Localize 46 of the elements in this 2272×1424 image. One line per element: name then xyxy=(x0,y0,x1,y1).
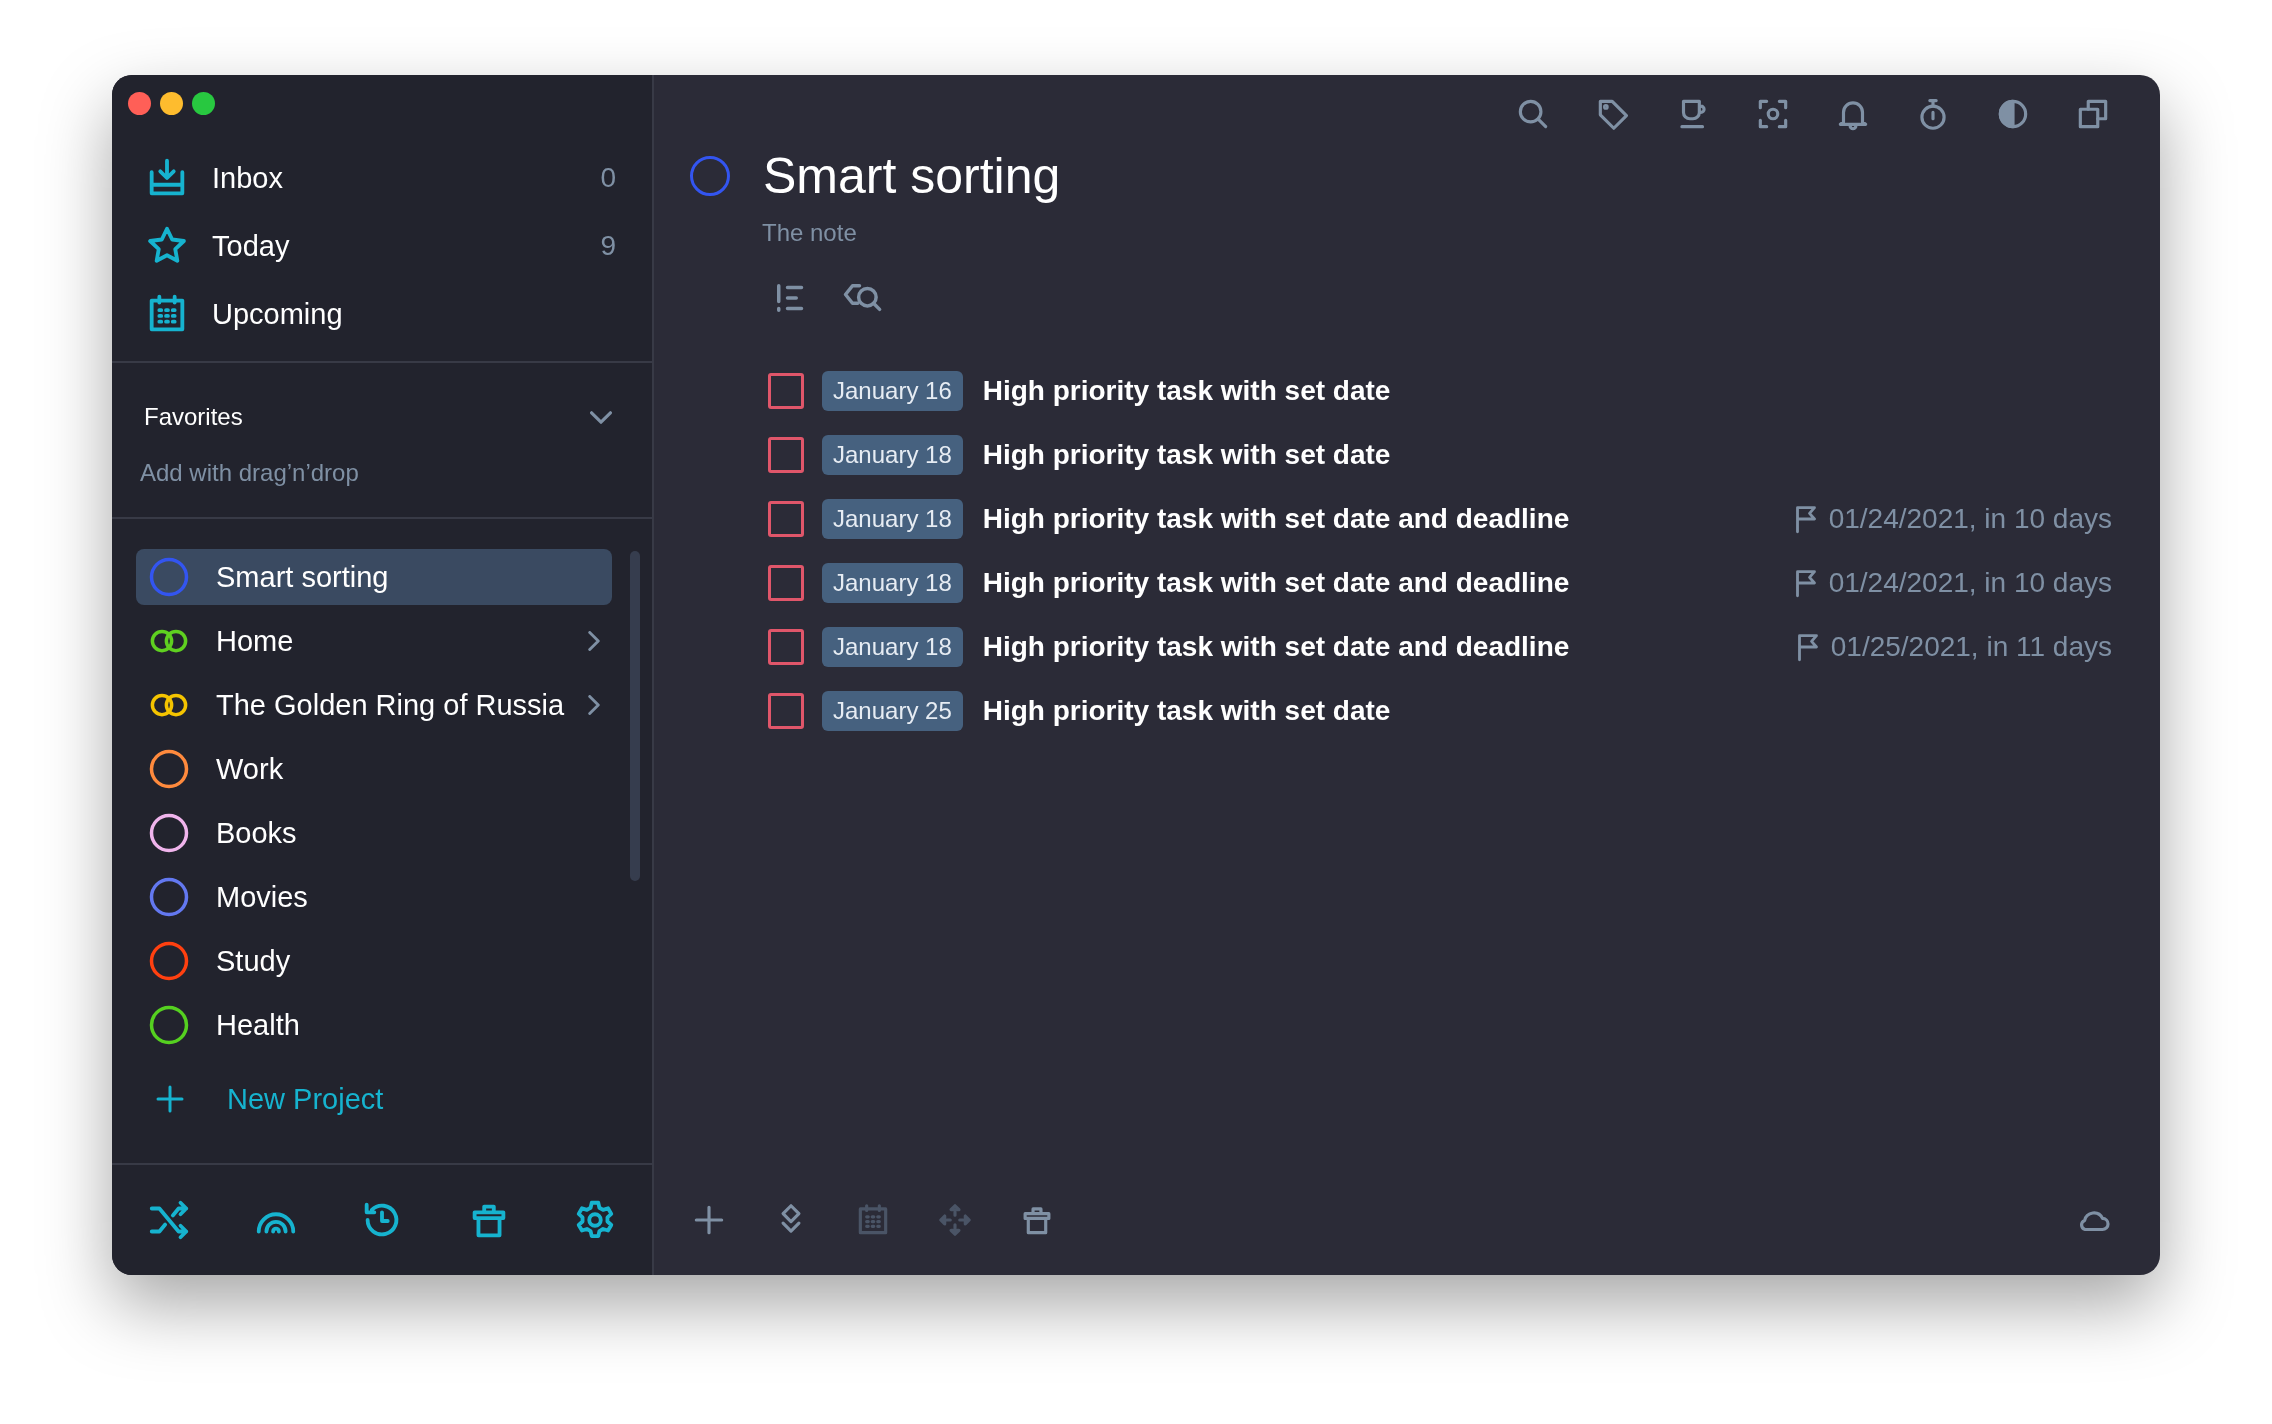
deadline-text: 01/24/2021, in 10 days xyxy=(1828,567,2112,599)
date-tag: January 16 xyxy=(822,371,963,411)
section-title: Favorites xyxy=(144,403,243,431)
task-title: High priority task with set date and deadline xyxy=(982,567,1571,599)
task-checkbox[interactable] xyxy=(768,565,804,601)
task-checkbox[interactable] xyxy=(768,373,804,409)
task-checkbox[interactable] xyxy=(768,629,804,665)
date-tag: January 18 xyxy=(822,563,963,603)
item-count: 9 xyxy=(600,230,616,262)
nav-item[interactable]: Today 9 xyxy=(144,221,616,271)
zoom-window-button[interactable] xyxy=(192,92,215,115)
nav-item[interactable]: Upcoming xyxy=(144,289,616,339)
project-item[interactable]: Home xyxy=(136,613,612,669)
date-tag: January 18 xyxy=(822,627,963,667)
project-item[interactable]: Health xyxy=(136,997,612,1053)
chevron-right-icon xyxy=(588,631,600,651)
deadline-text: 01/25/2021, in 11 days xyxy=(1830,631,2112,663)
chevron-right-icon xyxy=(588,695,600,715)
project-item[interactable]: Books xyxy=(136,805,612,861)
task-title: High priority task with set date and deadline xyxy=(982,503,1571,535)
project-item[interactable]: The Golden Ring of Russia xyxy=(136,677,612,733)
project-item[interactable]: Smart sorting xyxy=(136,549,612,605)
task-title: High priority task with set date xyxy=(982,375,1392,407)
hint-text: Add with drag’n’drop xyxy=(140,459,360,487)
project-item[interactable]: Work xyxy=(136,741,612,797)
date-tag: January 18 xyxy=(822,499,963,539)
task-title: High priority task with set date xyxy=(982,695,1392,727)
note-field[interactable]: The note xyxy=(762,219,1162,247)
date-tag: January 18 xyxy=(822,435,963,475)
task-title: High priority task with set date xyxy=(982,439,1392,471)
deadline-text: 01/24/2021, in 10 days xyxy=(1828,503,2112,535)
task-checkbox[interactable] xyxy=(768,693,804,729)
close-window-button[interactable] xyxy=(128,92,151,115)
date-tag: January 25 xyxy=(822,691,963,731)
chevron-down-icon[interactable] xyxy=(590,410,612,424)
minimize-window-button[interactable] xyxy=(160,92,183,115)
task-checkbox[interactable] xyxy=(768,501,804,537)
scrollbar-thumb[interactable] xyxy=(630,551,640,881)
task-title: High priority task with set date and deadline xyxy=(982,631,1571,663)
project-title-field[interactable]: Smart sorting xyxy=(763,147,1563,205)
nav-item[interactable]: Inbox 0 xyxy=(144,153,616,203)
item-count: 0 xyxy=(600,162,616,194)
project-item[interactable]: Study xyxy=(136,933,612,989)
new-project-button[interactable]: New Project xyxy=(136,1071,612,1127)
project-item[interactable]: Movies xyxy=(136,869,612,925)
task-checkbox[interactable] xyxy=(768,437,804,473)
